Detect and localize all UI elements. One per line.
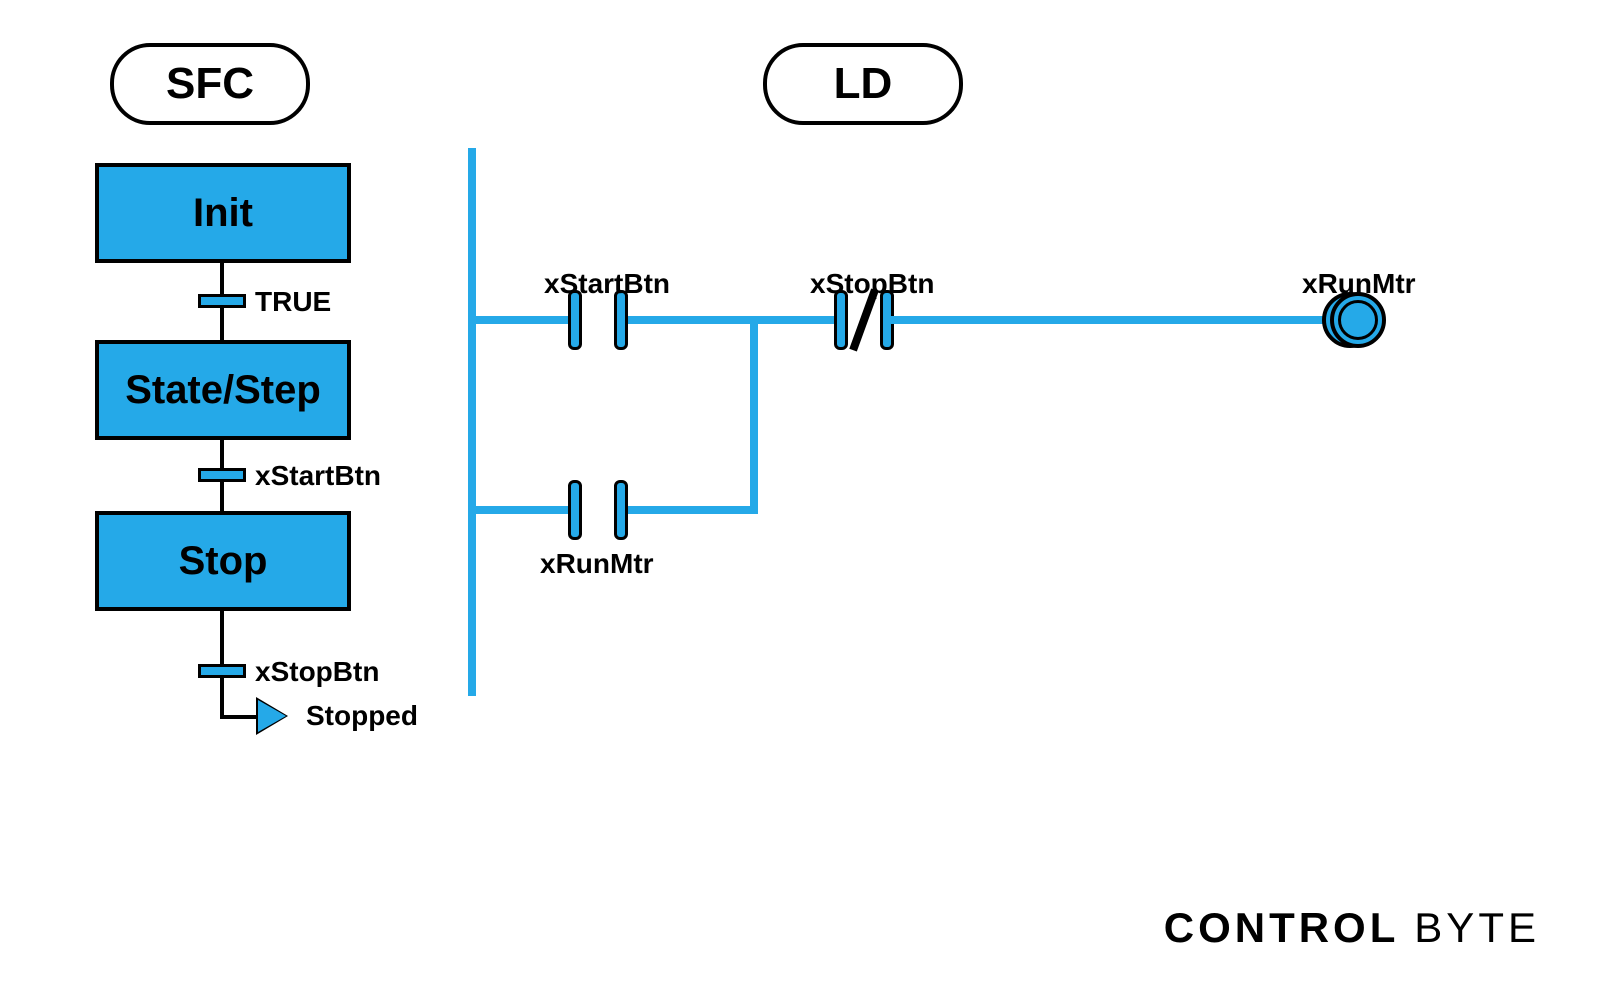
- sfc-step-init: Init: [95, 163, 351, 263]
- ld-contact-no-xstartbtn: [568, 294, 628, 346]
- ld-wire: [750, 316, 758, 514]
- ld-contact-label: xStopBtn: [810, 268, 934, 300]
- sfc-transition-label: xStartBtn: [255, 460, 381, 492]
- sfc-transition: [198, 294, 246, 308]
- ld-contact-no-xrunmtr: [568, 484, 628, 536]
- ld-power-rail: [468, 148, 476, 696]
- ld-contact-label: xStartBtn: [544, 268, 670, 300]
- sfc-transition: [198, 468, 246, 482]
- ld-coil-xrunmtr: [1330, 292, 1386, 348]
- brand-logo: CONTROL byTe: [1164, 904, 1540, 952]
- sfc-jump-arrow: [258, 700, 286, 732]
- sfc-header: SFC: [110, 43, 310, 125]
- ld-wire: [628, 316, 758, 324]
- ld-contact-label: xRunMtr: [540, 548, 654, 580]
- sfc-transition: [198, 664, 246, 678]
- sfc-step-stop: Stop: [95, 511, 351, 611]
- sfc-connector: [220, 611, 224, 715]
- ld-wire: [628, 506, 758, 514]
- ld-coil-label: xRunMtr: [1302, 268, 1416, 300]
- sfc-transition-label: TRUE: [255, 286, 331, 318]
- sfc-transition-label: xStopBtn: [255, 656, 379, 688]
- ld-wire: [468, 316, 568, 324]
- sfc-jump-label: Stopped: [306, 700, 418, 732]
- ld-contact-nc-xstopbtn: [834, 294, 894, 346]
- ld-wire: [468, 506, 568, 514]
- sfc-connector: [220, 715, 260, 719]
- sfc-step-state: State/Step: [95, 340, 351, 440]
- ld-wire: [752, 316, 834, 324]
- ld-wire: [890, 316, 1330, 324]
- ld-header: LD: [763, 43, 963, 125]
